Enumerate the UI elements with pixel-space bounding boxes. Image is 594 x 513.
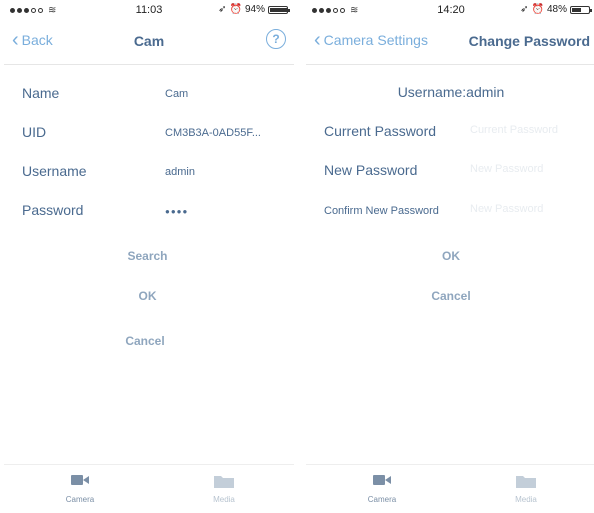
tab-camera-label: Camera: [367, 495, 397, 504]
current-password-row: Current Password: [324, 123, 592, 147]
password-row[interactable]: Password ●●●●: [22, 202, 286, 226]
tab-media[interactable]: Media: [496, 473, 556, 504]
tab-bar: Camera Media: [306, 464, 594, 513]
back-label: Camera Settings: [323, 32, 428, 48]
location-icon: ➶: [520, 4, 529, 15]
name-row[interactable]: Name Cam: [22, 85, 286, 109]
tab-media-label: Media: [515, 495, 537, 504]
confirm-password-label: Confirm New Password: [324, 205, 439, 217]
folder-icon: [194, 473, 254, 491]
camera-detail-screen: ≋ 11:03 ➶ ⏰ 94% ‹ Back Cam ? Name Cam UI…: [4, 0, 294, 513]
alarm-icon: ⏰: [229, 4, 242, 15]
video-camera-icon: [50, 473, 110, 491]
tab-camera-label: Camera: [65, 495, 95, 504]
new-password-row: New Password: [324, 162, 592, 186]
username-label: Username:: [397, 84, 467, 100]
uid-value: CM3B3A-0AD55F...: [165, 127, 261, 139]
tab-media-label: Media: [213, 495, 235, 504]
current-password-input[interactable]: [470, 124, 592, 136]
tab-camera[interactable]: Camera: [352, 473, 412, 504]
cancel-button[interactable]: Cancel: [306, 289, 594, 303]
cancel-button[interactable]: Cancel: [4, 334, 294, 348]
back-button[interactable]: ‹ Camera Settings: [314, 29, 428, 51]
help-icon[interactable]: ?: [266, 29, 286, 49]
battery-percent: 48%: [546, 4, 567, 15]
username-label: Username: [22, 163, 87, 179]
confirm-password-input[interactable]: [470, 203, 592, 215]
uid-row[interactable]: UID CM3B3A-0AD55F...: [22, 124, 286, 148]
chevron-left-icon: ‹: [314, 29, 321, 51]
confirm-password-row: Confirm New Password: [324, 202, 592, 226]
change-password-screen: ≋ 14:20 ➶ ⏰ 48% ‹ Camera Settings Change…: [306, 0, 594, 513]
page-title: Cam: [133, 33, 165, 49]
battery-icon: [268, 5, 290, 14]
password-value: ●●●●: [165, 207, 189, 216]
name-value: Cam: [165, 88, 189, 100]
uid-label: UID: [22, 124, 47, 140]
status-bar: ≋ 14:20 ➶ ⏰ 48%: [306, 0, 594, 20]
tab-media[interactable]: Media: [194, 473, 254, 504]
new-password-input[interactable]: [470, 163, 592, 175]
nav-bar: ‹ Camera Settings Change Password: [306, 20, 594, 65]
username-value: admin: [165, 166, 195, 178]
page-title: Change Password: [468, 33, 590, 49]
current-password-label: Current Password: [324, 123, 437, 139]
username-display: Username:admin: [306, 84, 594, 100]
video-camera-icon: [352, 473, 412, 491]
username-value: admin: [466, 84, 505, 100]
new-password-label: New Password: [324, 162, 418, 178]
tab-camera[interactable]: Camera: [50, 473, 110, 504]
alarm-icon: ⏰: [531, 4, 544, 15]
password-label: Password: [22, 202, 84, 218]
username-row[interactable]: Username admin: [22, 163, 286, 187]
status-bar: ≋ 11:03 ➶ ⏰ 94%: [4, 0, 294, 20]
battery-percent: 94%: [244, 4, 265, 15]
ok-button[interactable]: OK: [4, 289, 294, 303]
tab-bar: Camera Media: [4, 464, 294, 513]
battery-icon: [570, 5, 592, 14]
location-icon: ➶: [218, 4, 227, 15]
folder-icon: [496, 473, 556, 491]
search-button[interactable]: Search: [4, 249, 294, 263]
name-label: Name: [22, 85, 60, 101]
ok-button[interactable]: OK: [306, 249, 594, 263]
nav-bar: ‹ Back Cam ?: [4, 20, 294, 65]
